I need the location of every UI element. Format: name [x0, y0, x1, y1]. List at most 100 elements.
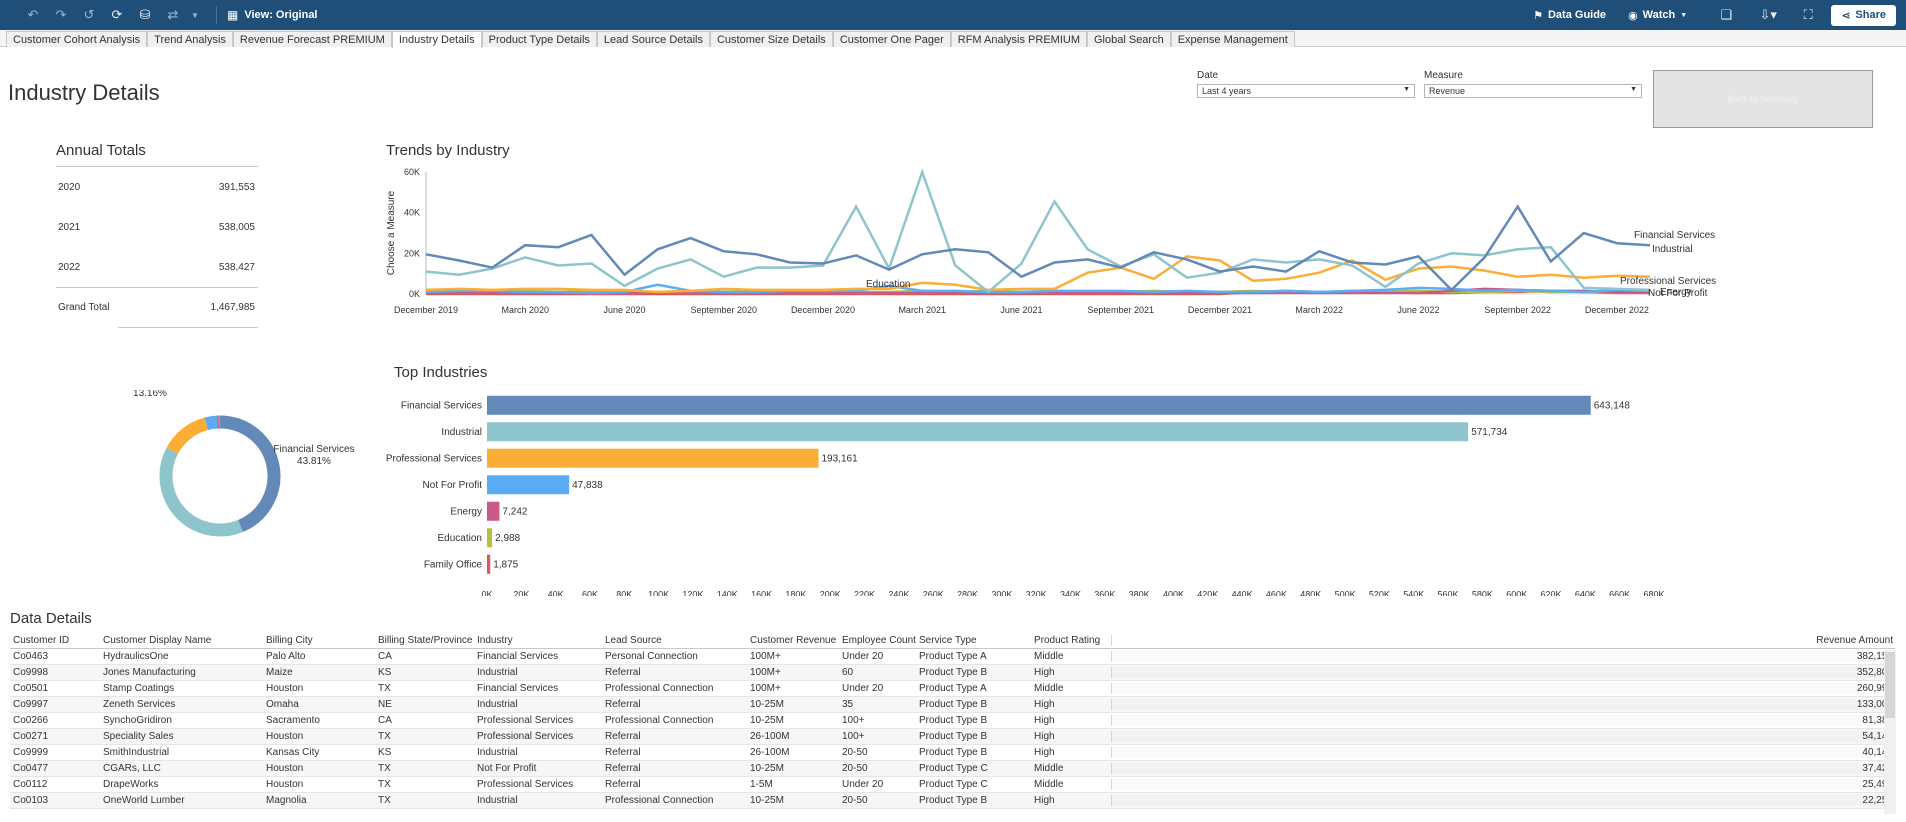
table-cell: Financial Services: [477, 651, 559, 662]
view-label: View: Original: [244, 9, 318, 21]
table-row[interactable]: Co9998 Jones Manufacturing Maize KS Industri…: [10, 665, 1895, 681]
table-cell: Co0112: [13, 779, 48, 790]
table-cell: High: [1034, 699, 1055, 710]
share-button[interactable]: ⋖ Share: [1831, 4, 1896, 26]
table-cell: TX: [378, 683, 391, 694]
table-cell: SmithIndustrial: [103, 747, 170, 758]
annual-year: 2020: [58, 181, 81, 193]
donut-label-name: Financial Services: [273, 444, 354, 455]
table-row[interactable]: Co0266 SynchoGridiron Sacramento CA Professi…: [10, 713, 1895, 729]
x-tick-label: 520K: [1369, 590, 1390, 597]
column-header[interactable]: Product Rating: [1031, 635, 1111, 646]
bar-category-label: Professional Services: [386, 453, 482, 464]
column-header[interactable]: Customer Revenue: [747, 635, 839, 646]
table-row[interactable]: Co0271 Speciality Sales Houston TX Professio…: [10, 729, 1895, 745]
table-cell: Zeneth Services: [103, 699, 176, 710]
table-row[interactable]: Co0463 HydraulicsOne Palo Alto CA Financial …: [10, 649, 1895, 665]
series-end-label: Industrial: [1652, 244, 1693, 255]
tab-product-type-details[interactable]: Product Type Details: [481, 31, 597, 47]
measure-select[interactable]: Revenue ▼: [1424, 84, 1642, 98]
series-line-financial-services[interactable]: [425, 204, 1651, 292]
comments-icon[interactable]: ❏: [1715, 4, 1737, 26]
column-header[interactable]: Revenue Amount: [1111, 635, 1895, 646]
data-source-icon[interactable]: ⛁: [134, 4, 156, 26]
tab-customer-size-details[interactable]: Customer Size Details: [709, 31, 833, 47]
bar-category-label: Industrial: [441, 427, 482, 438]
x-tick-label: 220K: [854, 590, 875, 597]
redo-icon[interactable]: ↷: [50, 4, 72, 26]
table-scrollbar[interactable]: [1884, 650, 1896, 814]
donut-slice-not-for-profit[interactable]: [204, 415, 218, 431]
measure-select-value: Revenue: [1429, 86, 1466, 96]
tab-trend-analysis[interactable]: Trend Analysis: [147, 31, 233, 47]
table-cell: 37,423: [1111, 763, 1895, 774]
tab-revenue-forecast-premium[interactable]: Revenue Forecast PREMIUM: [232, 31, 392, 47]
tab-industry-details[interactable]: Industry Details: [391, 31, 482, 48]
column-header[interactable]: Service Type: [916, 635, 1031, 646]
donut-slice-professional-services[interactable]: [166, 417, 209, 455]
chevron-down-icon[interactable]: ▼: [184, 4, 206, 26]
date-select[interactable]: Last 4 years ▼: [1197, 84, 1415, 98]
donut-slice-industrial[interactable]: [159, 447, 243, 537]
table-cell: 133,000: [1111, 699, 1895, 710]
revert-icon[interactable]: ↺: [78, 4, 100, 26]
table-row[interactable]: Co0103 OneWorld Lumber Magnolia TX Industria…: [10, 793, 1895, 809]
column-header[interactable]: Customer Display Name: [100, 635, 263, 646]
tab-global-search[interactable]: Global Search: [1087, 31, 1171, 47]
series-end-label: Education: [866, 279, 910, 290]
tab-lead-source-details[interactable]: Lead Source Details: [596, 31, 710, 47]
y-tick-label: 40K: [404, 208, 420, 218]
table-cell: Personal Connection: [605, 651, 698, 662]
column-header[interactable]: Customer ID: [10, 635, 100, 646]
bar-not-for-profit[interactable]: [487, 475, 570, 495]
table-row[interactable]: Co9997 Zeneth Services Omaha NE Industrial Re…: [10, 697, 1895, 713]
table-row[interactable]: Co0112 DrapeWorks Houston TX Professional Se…: [10, 777, 1895, 793]
refresh-data-icon[interactable]: ⟳: [106, 4, 128, 26]
table-cell: Middle: [1034, 763, 1064, 774]
table-cell: Middle: [1034, 683, 1064, 694]
undo-icon[interactable]: ↶: [22, 4, 44, 26]
series-end-label: Not For Profit: [1648, 288, 1708, 299]
download-icon[interactable]: ⇩▾: [1757, 4, 1779, 26]
table-cell: Professional Connection: [605, 683, 714, 694]
table-cell: 22,251: [1111, 795, 1895, 806]
bar-education[interactable]: [487, 528, 493, 548]
data-guide-button[interactable]: ⚑ Data Guide: [1533, 9, 1606, 22]
chevron-down-icon: ▼: [1403, 86, 1410, 93]
bar-professional-services[interactable]: [487, 448, 819, 468]
table-cell: Kansas City: [266, 747, 320, 758]
fullscreen-icon[interactable]: ⛶: [1797, 4, 1819, 26]
bar-family-office[interactable]: [487, 554, 491, 574]
bar-industrial[interactable]: [487, 422, 1469, 442]
table-row[interactable]: Co9999 SmithIndustrial Kansas City KS Indust…: [10, 745, 1895, 761]
watch-button[interactable]: ◉ Watch ▼: [1628, 9, 1687, 22]
column-header[interactable]: Employee Count: [839, 635, 916, 646]
scrollbar-thumb[interactable]: [1885, 652, 1895, 718]
bar-value-label: 193,161: [821, 453, 858, 464]
bar-category-label: Education: [438, 533, 482, 544]
table-cell: Maize: [266, 667, 293, 678]
tab-customer-cohort-analysis[interactable]: Customer Cohort Analysis: [6, 31, 148, 47]
bar-energy[interactable]: [487, 501, 500, 521]
column-header[interactable]: Billing State/Province: [375, 635, 474, 646]
column-header[interactable]: Billing City: [263, 635, 375, 646]
table-cell: CA: [378, 651, 392, 662]
column-header[interactable]: Industry: [474, 635, 602, 646]
tab-rfm-analysis-premium[interactable]: RFM Analysis PREMIUM: [950, 31, 1087, 47]
back-to-summary-button[interactable]: Back to Summary: [1653, 70, 1873, 128]
table-cell: Product Type B: [919, 715, 988, 726]
view-selector[interactable]: ▦ View: Original: [227, 8, 318, 22]
bar-financial-services[interactable]: [487, 395, 1591, 415]
table-row[interactable]: Co0477 CGARs, LLC Houston TX Not For Profit R…: [10, 761, 1895, 777]
donut-slice-financial-services[interactable]: [219, 415, 281, 532]
tab-customer-one-pager[interactable]: Customer One Pager: [832, 31, 951, 47]
table-cell: Professional Connection: [605, 715, 714, 726]
pause-updates-icon[interactable]: ⇄: [162, 4, 184, 26]
table-row[interactable]: Co0501 Stamp Coatings Houston TX Financial S…: [10, 681, 1895, 697]
tab-expense-management[interactable]: Expense Management: [1170, 31, 1295, 47]
x-tick-label: 420K: [1197, 590, 1218, 597]
data-guide-label: Data Guide: [1547, 9, 1607, 21]
table-cell: Sacramento: [266, 715, 320, 726]
column-header[interactable]: Lead Source: [602, 635, 747, 646]
y-tick-label: 60K: [404, 167, 420, 177]
